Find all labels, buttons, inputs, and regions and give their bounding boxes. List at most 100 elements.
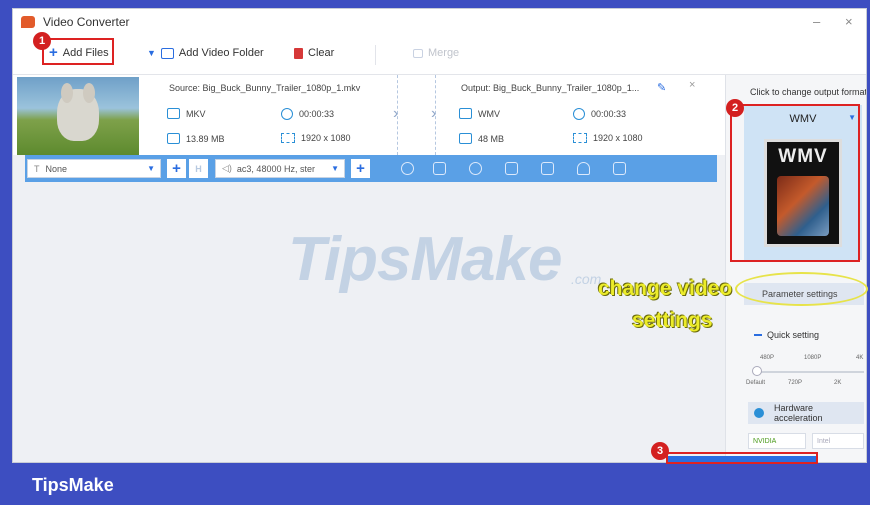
merge-button[interactable]: Merge bbox=[413, 47, 459, 59]
quick-setting-label: Quick setting bbox=[767, 330, 820, 340]
merge-label: Merge bbox=[428, 47, 460, 59]
video-thumbnail[interactable] bbox=[17, 77, 139, 155]
text-icon: T bbox=[34, 163, 40, 174]
dropdown-triangle-icon: ▼ bbox=[147, 48, 156, 58]
chip-icon bbox=[754, 408, 764, 418]
add-video-folder-button[interactable]: ▼ Add Video Folder bbox=[147, 47, 264, 59]
effects-icon[interactable] bbox=[541, 162, 554, 175]
quality-label: 4K bbox=[856, 355, 864, 361]
add-folder-label: Add Video Folder bbox=[178, 47, 264, 59]
folder-icon bbox=[459, 133, 472, 144]
audio-track-value: ac3, 48000 Hz, ster bbox=[236, 163, 315, 174]
source-format: MKV bbox=[167, 108, 206, 119]
footer-brand: TipsMake bbox=[32, 475, 114, 495]
annotation-ellipse bbox=[735, 272, 868, 306]
toolbar: + Add Files ▼ Add Video Folder Clear Mer… bbox=[13, 35, 866, 75]
thumbnail-ear bbox=[61, 83, 73, 103]
output-resolution: 1920 x 1080 bbox=[573, 133, 643, 143]
format-icon bbox=[167, 108, 180, 119]
nvidia-label: NVIDIA bbox=[753, 437, 777, 445]
edit-pencil-icon[interactable]: ✎ bbox=[657, 81, 666, 94]
output-resolution-text: 1920 x 1080 bbox=[593, 133, 643, 143]
title-bar: Video Converter – × bbox=[13, 9, 866, 35]
file-row: Source: Big_Buck_Bunny_Trailer_1080p_1.m… bbox=[13, 75, 725, 155]
annotation-badge-1: 1 bbox=[33, 32, 51, 50]
change-format-label: Click to change output format: bbox=[750, 87, 867, 97]
output-filename: Output: Big_Buck_Bunny_Trailer_1080p_1..… bbox=[461, 83, 639, 93]
speaker-icon: ◁) bbox=[222, 163, 232, 173]
remove-file-button[interactable]: × bbox=[689, 79, 695, 91]
source-duration-text: 00:00:33 bbox=[299, 109, 335, 119]
clock-icon bbox=[573, 108, 585, 120]
output-duration-text: 00:00:33 bbox=[591, 109, 627, 119]
info-icon[interactable] bbox=[401, 162, 414, 175]
annotation-box-format bbox=[730, 104, 860, 262]
add-subtitle-button[interactable]: + bbox=[167, 159, 186, 178]
quality-slider-handle[interactable] bbox=[752, 366, 762, 376]
output-size: 48 MB bbox=[459, 133, 504, 144]
source-resolution-text: 1920 x 1080 bbox=[301, 133, 351, 143]
hardware-acceleration-button[interactable]: Hardware acceleration bbox=[748, 402, 864, 424]
chevron-down-icon: ▼ bbox=[331, 164, 339, 173]
quality-label: Default bbox=[746, 380, 766, 386]
output-size-text: 48 MB bbox=[478, 133, 505, 144]
window-title: Video Converter bbox=[43, 15, 130, 29]
chevron-down-icon: ▼ bbox=[147, 164, 155, 173]
quality-label: 480P bbox=[760, 355, 775, 361]
close-window-button[interactable]: × bbox=[845, 14, 853, 29]
source-size: 13.89 MB bbox=[167, 133, 225, 144]
crop-icon[interactable] bbox=[505, 162, 518, 175]
rotate-icon[interactable] bbox=[469, 162, 482, 175]
chevron-right-icon: › bbox=[393, 105, 399, 122]
intel-option[interactable]: Intel bbox=[812, 433, 864, 449]
quality-label: 1080P bbox=[804, 355, 822, 361]
annotation-text-line1: change video bbox=[598, 277, 733, 300]
folder-icon bbox=[167, 133, 180, 144]
quality-label: 720P bbox=[788, 380, 803, 386]
annotation-text-line2: settings bbox=[632, 309, 713, 332]
annotation-box-add-files bbox=[42, 38, 114, 65]
watermark-icon[interactable] bbox=[577, 162, 590, 175]
dash-icon bbox=[754, 334, 762, 336]
annotation-badge-2: 2 bbox=[726, 99, 744, 117]
source-filename-text: Source: Big_Buck_Bunny_Trailer_1080p_1.m… bbox=[169, 83, 361, 93]
nvidia-option[interactable]: NVIDIA bbox=[748, 433, 806, 449]
trim-icon[interactable] bbox=[433, 162, 446, 175]
add-audio-button[interactable]: + bbox=[351, 159, 370, 178]
source-resolution: 1920 x 1080 bbox=[281, 133, 351, 143]
app-logo-icon bbox=[21, 16, 35, 28]
subtitle-select[interactable]: T None ▼ bbox=[27, 159, 161, 178]
audio-track-select[interactable]: ◁) ac3, 48000 Hz, ster ▼ bbox=[215, 159, 345, 178]
quality-label: 2K bbox=[834, 380, 842, 386]
quality-slider-track[interactable] bbox=[754, 371, 864, 373]
output-format-text: WMV bbox=[478, 108, 500, 119]
merge-icon bbox=[413, 48, 423, 58]
watermark-suffix: .com bbox=[571, 271, 602, 287]
format-icon bbox=[459, 108, 472, 119]
thumbnail-ear bbox=[83, 83, 95, 103]
source-filename: Source: Big_Buck_Bunny_Trailer_1080p_1.m… bbox=[169, 83, 360, 93]
output-filename-text: Output: Big_Buck_Bunny_Trailer_1080p_1..… bbox=[461, 83, 640, 93]
source-format-text: MKV bbox=[186, 108, 206, 119]
screenshot-frame: Video Converter – × + Add Files ▼ Add Vi… bbox=[0, 0, 870, 505]
clock-icon bbox=[281, 108, 293, 120]
folder-icon bbox=[160, 47, 174, 59]
trash-icon bbox=[294, 47, 303, 59]
subtitle-edit-icon[interactable] bbox=[613, 162, 626, 175]
edit-toolbar: T None ▼ + H ◁) ac3, 48000 Hz, ster ▼ + bbox=[25, 155, 717, 182]
resolution-icon bbox=[281, 133, 295, 143]
output-duration: 00:00:33 bbox=[573, 108, 626, 120]
minimize-button[interactable]: – bbox=[813, 14, 820, 29]
clear-button[interactable]: Clear bbox=[294, 47, 334, 59]
source-size-text: 13.89 MB bbox=[186, 133, 225, 144]
chevron-right-icon: › bbox=[431, 105, 437, 122]
annotation-badge-3: 3 bbox=[651, 442, 669, 460]
intel-label: Intel bbox=[817, 437, 831, 445]
watermark: TipsMake bbox=[288, 225, 562, 294]
subtitle-settings-button[interactable]: H bbox=[189, 159, 208, 178]
quick-setting-heading: Quick setting bbox=[754, 330, 819, 340]
resolution-icon bbox=[573, 133, 587, 143]
subtitle-value: None bbox=[45, 163, 68, 174]
hardware-acceleration-label: Hardware acceleration bbox=[774, 403, 823, 423]
annotation-box-run bbox=[666, 452, 818, 464]
